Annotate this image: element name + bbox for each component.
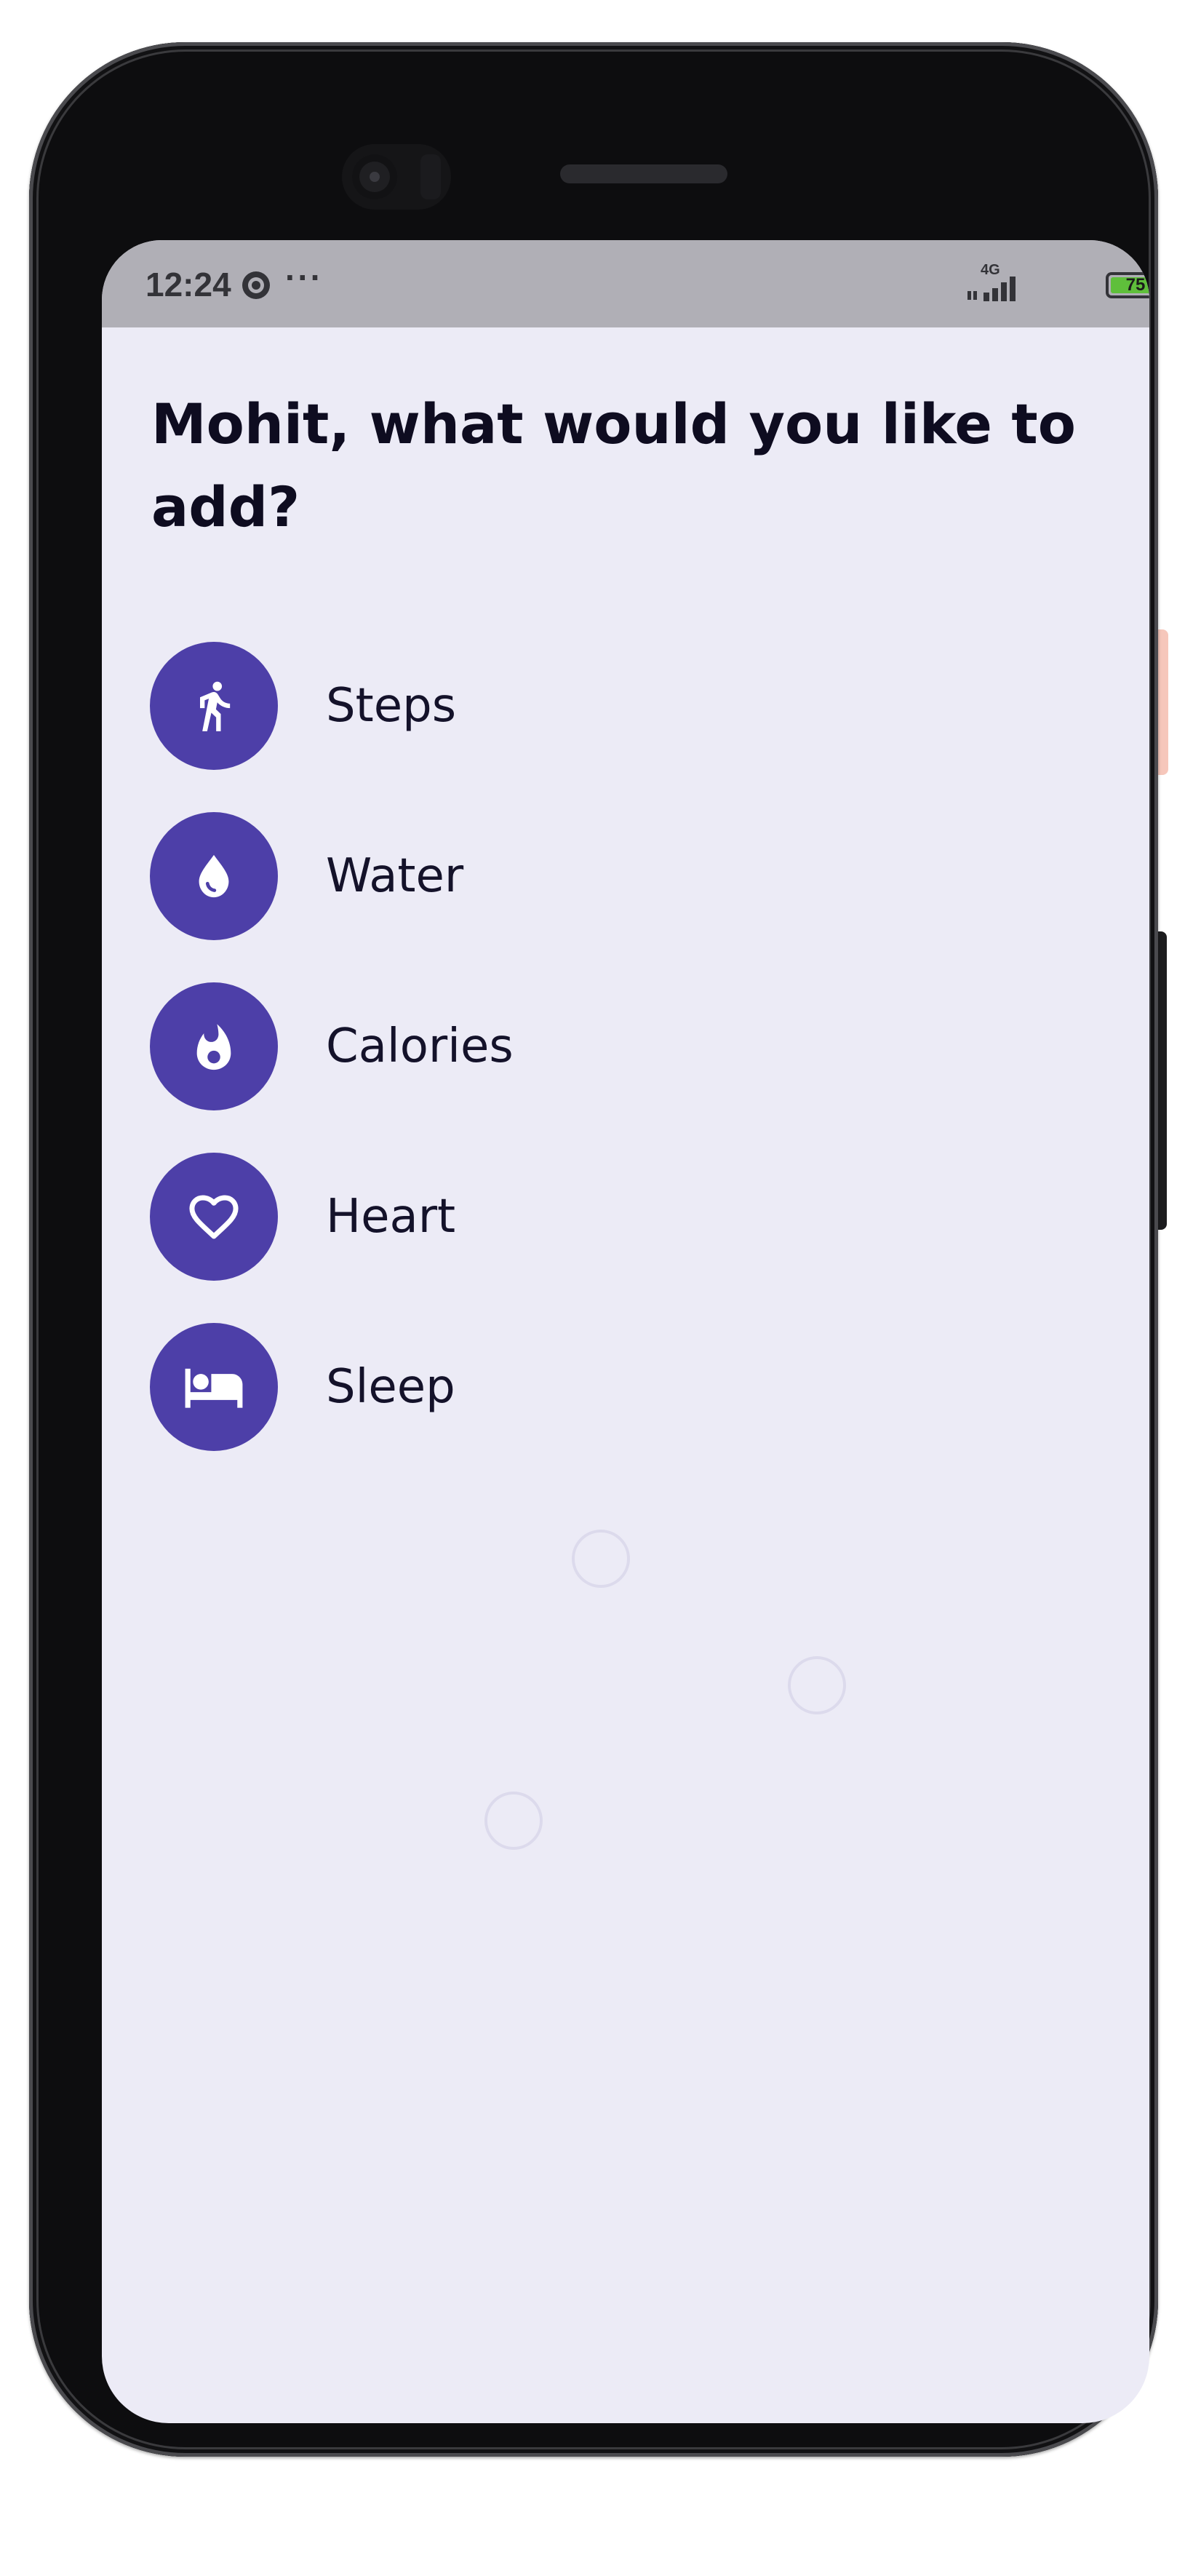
status-overflow-dots: ···: [285, 258, 323, 296]
option-sleep-icon-circle[interactable]: [150, 1323, 278, 1451]
option-sleep[interactable]: Sleep: [150, 1323, 805, 1451]
option-calories[interactable]: Calories: [150, 982, 805, 1110]
bed-icon: [185, 1368, 243, 1408]
phone-body: 12:24 ··· 4G 75 Mohit, what would you li…: [29, 42, 1158, 2457]
signal-icon: [967, 277, 1016, 301]
earpiece-speaker: [560, 164, 727, 183]
option-water[interactable]: Water: [150, 812, 805, 940]
touch-ripple: [484, 1792, 543, 1850]
app-screen: 12:24 ··· 4G 75 Mohit, what would you li…: [102, 240, 1149, 2423]
option-heart-label: Heart: [326, 1190, 456, 1244]
option-calories-icon-circle[interactable]: [150, 982, 278, 1110]
device-frame: 12:24 ··· 4G 75 Mohit, what would you li…: [0, 0, 1193, 2576]
status-bar: 12:24 ··· 4G 75: [102, 240, 1149, 327]
running-person-icon: [200, 681, 231, 731]
flame-icon: [196, 1024, 231, 1070]
heart-icon: [189, 1195, 239, 1239]
battery-icon: 75: [1106, 272, 1149, 298]
option-sleep-label: Sleep: [326, 1360, 455, 1414]
option-steps-label: Steps: [326, 679, 457, 733]
page-title: Mohit, what would you like to add?: [151, 391, 1076, 539]
front-camera: [342, 144, 451, 210]
screen-record-icon: [242, 271, 270, 299]
status-time: 12:24: [145, 266, 231, 303]
option-calories-label: Calories: [326, 1019, 514, 1073]
touch-ripple: [788, 1656, 846, 1714]
battery-level-text: 75: [1125, 275, 1146, 295]
camera-lens-icon: [352, 154, 397, 199]
option-heart[interactable]: Heart: [150, 1153, 805, 1281]
camera-sensor: [420, 154, 441, 199]
water-drop-icon: [199, 854, 229, 898]
option-steps[interactable]: Steps: [150, 642, 805, 770]
option-steps-icon-circle[interactable]: [150, 642, 278, 770]
option-water-icon-circle[interactable]: [150, 812, 278, 940]
touch-ripple: [572, 1530, 630, 1588]
option-heart-icon-circle[interactable]: [150, 1153, 278, 1281]
option-water-label: Water: [326, 849, 464, 903]
